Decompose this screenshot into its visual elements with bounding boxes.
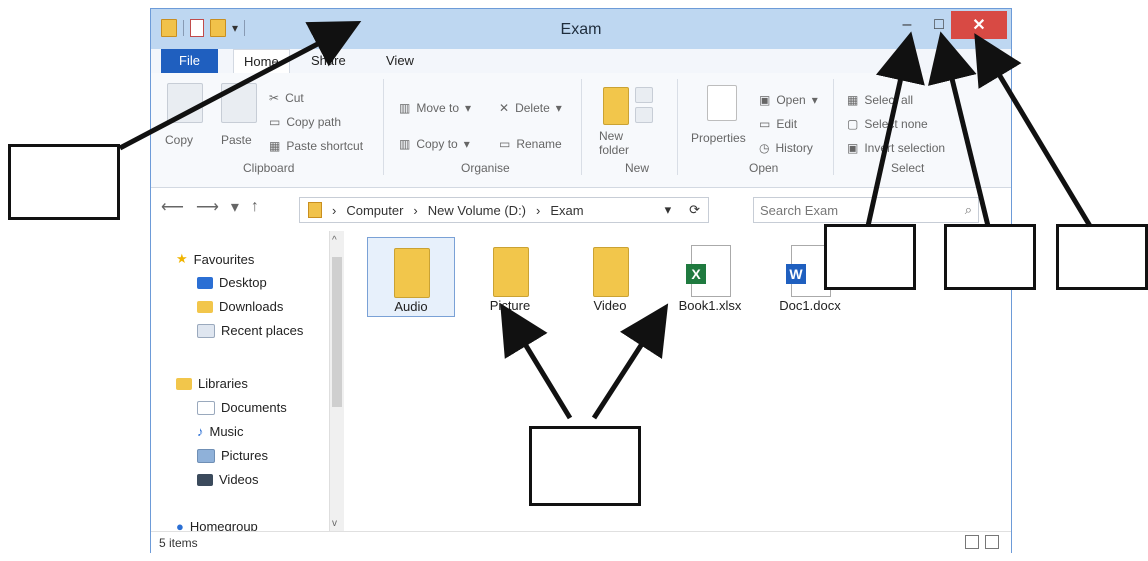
arrow-to-book1: [591, 303, 669, 420]
annotation-arrows: [118, 21, 1093, 420]
arrow-to-close: [974, 33, 1093, 228]
arrow-to-title-bar: [118, 21, 362, 151]
arrow-to-picture: [500, 303, 573, 420]
arrow-to-minimize: [865, 31, 925, 227]
arrow-to-maximize: [928, 31, 991, 227]
